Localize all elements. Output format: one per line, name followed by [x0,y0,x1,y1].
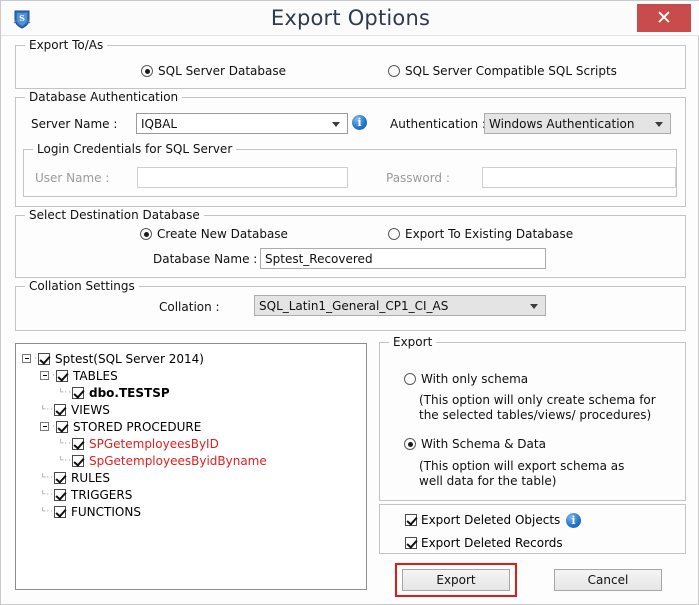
schema-and-data-hint: (This option will export schema as well … [419,459,625,488]
collation-label: Collation : [159,300,220,314]
object-tree[interactable]: ··Sptest(SQL Server 2014)··TABLES └·· dbo.… [15,343,367,590]
tree-node[interactable]: └·· RULES [22,469,366,486]
tree-node-checkbox[interactable] [54,471,66,484]
password-field[interactable] [482,167,676,188]
collapse-icon[interactable] [40,422,49,431]
radio-indicator [388,228,400,240]
tree-node[interactable]: └·· SpGetemployeesByidByname [22,452,366,469]
radio-indicator [404,373,416,385]
deleted-objects-info-icon[interactable]: i [566,513,581,528]
authentication-value: Windows Authentication [489,116,635,131]
tree-node[interactable]: ··TABLES [22,367,366,384]
tree-connector: └·· [40,489,54,500]
export-to-as-title: Export To/As [25,38,108,52]
export-options-dialog: S Export Options ✕ Export To/As SQL Serv… [0,0,699,605]
tree-node[interactable]: └·· SPGetemployeesByID [22,435,366,452]
collation-value: SQL_Latin1_General_CP1_CI_AS [259,298,449,313]
tree-node[interactable]: └·· TRIGGERS [22,486,366,503]
tree-node[interactable]: ··STORED PROCEDURE [22,418,366,435]
radio-label: Create New Database [157,227,288,241]
authentication-label: Authentication : [390,117,486,131]
radio-sql-server-database[interactable]: SQL Server Database [141,64,286,78]
chevron-down-icon [332,121,340,127]
database-name-field[interactable]: Sptest_Recovered [260,248,546,269]
tree-node-label: FUNCTIONS [71,504,141,519]
tree-node-label: TRIGGERS [71,487,133,502]
database-authentication-title: Database Authentication [25,90,183,104]
checkbox-indicator [405,537,417,549]
tree-node-checkbox[interactable] [72,386,84,399]
database-name-label: Database Name : [153,252,258,266]
radio-create-new-database[interactable]: Create New Database [140,227,288,241]
tree-connector: └·· [40,506,54,517]
tree-node-label: RULES [71,470,111,485]
radio-label: SQL Server Database [158,64,286,78]
schema-only-hint: (This option will only create schema for… [419,393,656,422]
title-bar: S Export Options ✕ [1,1,699,36]
page-title: Export Options [270,6,431,30]
authentication-combobox[interactable]: Windows Authentication [484,113,671,134]
tree-connector: └·· [58,455,72,466]
radio-label: With only schema [421,372,529,386]
checkbox-export-deleted-objects[interactable]: Export Deleted Objects [405,513,560,527]
tree-connector: └·· [58,387,72,398]
tree-connector: └·· [40,472,54,483]
tree-node-checkbox[interactable] [56,420,68,433]
checkbox-export-deleted-records[interactable]: Export Deleted Records [405,536,563,550]
tree-node-checkbox[interactable] [38,352,50,365]
tree-node-checkbox[interactable] [56,369,68,382]
tree-node[interactable]: └·· dbo.TESTSP [22,384,366,401]
radio-label: SQL Server Compatible SQL Scripts [405,64,617,78]
checkbox-label: Export Deleted Records [421,536,563,550]
chevron-down-icon [655,121,663,127]
tree-node[interactable]: ··Sptest(SQL Server 2014) [22,350,366,367]
tree-node[interactable]: └·· FUNCTIONS [22,503,366,520]
tree-node-checkbox[interactable] [72,437,84,450]
tree-node-label: TABLES [73,368,118,383]
tree-connector: └·· [40,404,54,415]
checkbox-indicator [405,514,417,526]
close-button[interactable]: ✕ [637,4,691,32]
collation-combobox[interactable]: SQL_Latin1_General_CP1_CI_AS [254,295,546,316]
radio-indicator [141,65,153,77]
cancel-button[interactable]: Cancel [554,569,662,591]
radio-label: With Schema & Data [421,437,546,451]
export-button[interactable]: Export [402,569,510,591]
server-name-value: IQBAL [141,116,178,131]
collapse-icon[interactable] [40,371,49,380]
user-name-field[interactable] [137,167,348,188]
tree-node[interactable]: └·· VIEWS [22,401,366,418]
tree-node-label: STORED PROCEDURE [73,419,202,434]
radio-export-existing-database[interactable]: Export To Existing Database [388,227,573,241]
tree-node-label: SpGetemployeesByidByname [89,453,267,468]
tree-node-label: SPGetemployeesByID [89,436,219,451]
export-mode-title: Export [389,335,437,349]
tree-node-checkbox[interactable] [54,505,66,518]
tree-node-label: dbo.TESTSP [89,385,170,400]
tree-node-checkbox[interactable] [54,488,66,501]
radio-indicator [404,438,416,450]
tree-node-label: Sptest(SQL Server 2014) [55,351,204,366]
radio-sql-compatible-scripts[interactable]: SQL Server Compatible SQL Scripts [388,64,617,78]
tree-node-checkbox[interactable] [54,403,66,416]
collapse-icon[interactable] [22,354,31,363]
tree-node-checkbox[interactable] [72,454,84,467]
radio-indicator [140,228,152,240]
login-credentials-title: Login Credentials for SQL Server [33,142,237,156]
radio-indicator [388,65,400,77]
radio-with-schema-and-data[interactable]: With Schema & Data [404,437,546,451]
radio-label: Export To Existing Database [405,227,574,241]
chevron-down-icon [530,303,538,309]
collation-settings-title: Collation Settings [25,279,139,293]
tree-node-label: VIEWS [71,402,110,417]
server-name-label: Server Name : [31,117,118,131]
destination-database-title: Select Destination Database [25,208,204,222]
tree-connector: └·· [58,438,72,449]
checkbox-label: Export Deleted Objects [421,513,561,527]
radio-with-only-schema[interactable]: With only schema [404,372,528,386]
password-label: Password : [386,171,450,185]
user-name-label: User Name : [35,171,110,185]
server-info-icon[interactable]: i [352,115,367,130]
server-name-combobox[interactable]: IQBAL [136,113,348,134]
